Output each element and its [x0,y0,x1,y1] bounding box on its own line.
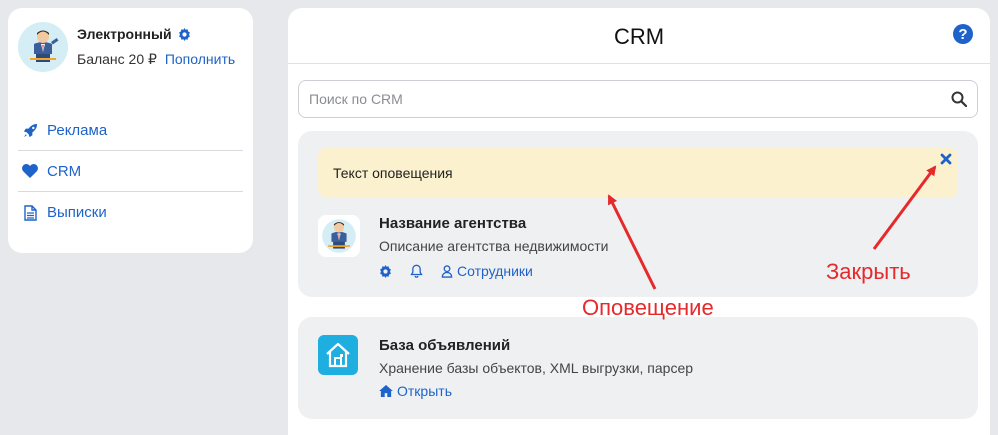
question-icon[interactable]: ? [953,24,973,44]
search-icon[interactable] [951,91,967,107]
agency-logo [318,215,360,257]
heart-icon [22,163,38,179]
database-panel: База объявлений Хранение базы объектов, … [298,317,978,419]
crm-main-card: CRM ? Текст оповещения [288,8,990,435]
database-description: Хранение базы объектов, XML выгрузки, па… [379,360,694,376]
avatar[interactable] [18,22,68,72]
page-title: CRM [613,24,665,49]
sidebar-item-ads[interactable]: Реклама [18,110,243,151]
sidebar-item-label: CRM [47,162,82,180]
sidebar-card: Электронный Баланс 20 ₽ Пополнить Реклам… [8,8,253,253]
database-name: База объявлений [379,337,511,354]
document-icon [22,204,38,221]
agency-description: Описание агентства недвижимости [379,238,609,254]
notification-text: Текст оповещения [333,164,453,181]
profile-name: Электронный [77,26,172,42]
sidebar-item-label: Реклама [47,121,108,139]
header-divider [288,63,990,64]
sidebar-item-crm[interactable]: CRM [18,151,243,192]
businessman-avatar-icon [18,22,68,72]
open-label: Открыть [397,383,452,399]
user-icon [441,264,453,278]
close-icon[interactable] [940,153,952,165]
employees-link[interactable]: Сотрудники [441,263,533,279]
search-input[interactable] [309,91,951,107]
home-icon [379,385,393,397]
businessman-avatar-icon [318,215,360,257]
agency-name: Название агентства [379,215,527,232]
annotation-notification-label: Оповещение [582,295,714,320]
sidebar-menu: Реклама CRM Выписки [18,110,243,233]
search-box [298,80,978,118]
sidebar-item-statements[interactable]: Выписки [18,192,243,233]
balance-text: Баланс 20 ₽ [77,51,157,67]
bell-icon[interactable] [410,264,423,278]
employees-label: Сотрудники [457,263,533,279]
gear-icon[interactable] [178,27,191,41]
sidebar-item-label: Выписки [47,204,107,221]
notification-box: Текст оповещения [318,147,958,198]
open-link[interactable]: Открыть [379,383,452,399]
house-icon [318,335,358,375]
annotation-close-label: Закрыть [826,259,911,284]
gear-icon[interactable] [379,264,392,278]
topup-link[interactable]: Пополнить [165,51,235,67]
profile-block: Электронный Баланс 20 ₽ Пополнить [18,22,243,72]
agency-actions: Сотрудники [379,263,533,279]
rocket-icon [22,122,38,138]
